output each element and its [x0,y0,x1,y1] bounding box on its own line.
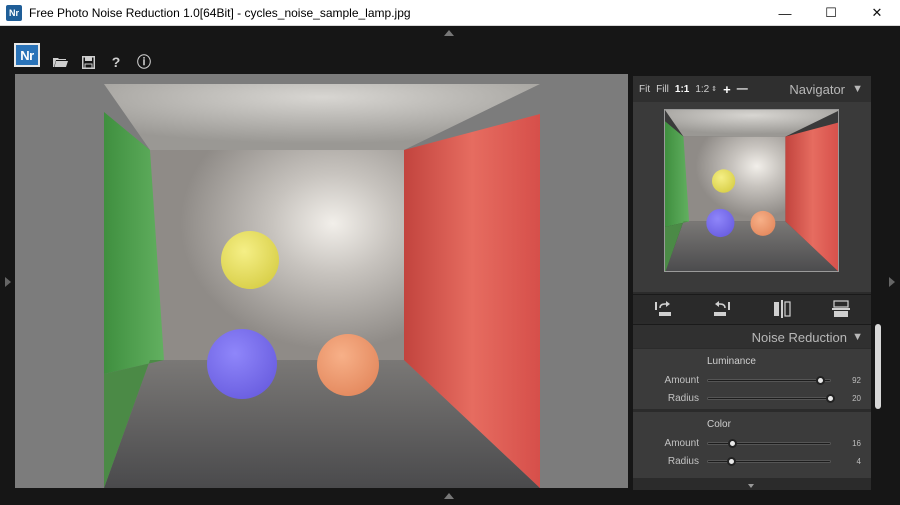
color-amount-label: Amount [664,438,699,449]
navigator-thumbnail[interactable] [664,109,839,272]
photo-preview [104,84,540,488]
rotate-right-icon [714,300,731,316]
cornell-box-image [104,84,540,488]
luminance-title: Luminance [707,356,756,367]
title-bar: Nr Free Photo Noise Reduction 1.0[64Bit]… [0,0,900,26]
app-area: Nr ? ⓘ Fit Fill 1:1 1:2 ⇕ + — Navigator … [0,26,900,505]
navigator-title: Navigator [789,82,845,97]
zoom-in-button[interactable]: + [723,82,731,97]
navigator-collapse-icon[interactable]: ▼ [852,83,863,95]
luminance-amount-label: Amount [664,375,699,386]
rotate-right-button[interactable] [711,299,733,319]
zoom-out-button[interactable]: — [737,83,748,95]
split-horizontal-icon [832,299,851,317]
zoom-ratio-select[interactable]: 1:2 [695,84,709,95]
save-icon [81,55,95,69]
color-radius-handle[interactable] [727,457,737,466]
luminance-radius-handle[interactable] [826,394,835,403]
color-amount-handle[interactable] [728,439,738,448]
info-button[interactable]: ⓘ [136,54,152,70]
luminance-amount-value: 92 [852,376,861,385]
collapse-bottom-arrow-icon[interactable] [444,493,454,499]
window-title: Free Photo Noise Reduction 1.0[64Bit] - … [29,5,411,20]
toolbar: ? ⓘ [52,54,152,70]
zoom-1to1-button[interactable]: 1:1 [675,84,689,95]
thumbnail-image [665,110,838,271]
expand-left-arrow-icon[interactable] [5,277,11,287]
navigator-header: Fit Fill 1:1 1:2 ⇕ + — Navigator ▼ [633,76,871,102]
window-controls: — ☐ ✕ [762,0,900,26]
action-bar [633,294,871,322]
save-button[interactable] [80,54,96,70]
color-radius-label: Radius [667,456,699,467]
app-icon: Nr [6,4,22,21]
panel-scrollbar[interactable] [874,324,882,490]
image-canvas[interactable] [15,74,628,488]
close-button[interactable]: ✕ [854,0,900,26]
luminance-group: Luminance Amount 92 Radius 20 [633,349,871,409]
expand-right-arrow-icon[interactable] [889,277,895,287]
open-button[interactable] [52,54,68,70]
collapse-top-arrow-icon[interactable] [444,30,454,36]
compare-vertical-button[interactable] [771,299,793,319]
zoom-stepper-icon[interactable]: ⇕ [711,85,717,93]
luminance-radius-slider[interactable] [707,394,835,403]
rotate-left-icon [654,300,671,316]
compare-horizontal-button[interactable] [830,299,852,319]
minimize-button[interactable]: — [762,0,808,26]
zoom-fit-button[interactable]: Fit [639,84,650,95]
color-amount-value: 16 [852,439,861,448]
panel-more-arrow-icon[interactable] [748,484,754,488]
luminance-radius-value: 20 [852,394,861,403]
folder-icon [52,58,68,67]
noise-reduction-collapse-icon[interactable]: ▼ [852,331,863,343]
noise-reduction-header: Noise Reduction ▼ [633,324,871,348]
zoom-fill-button[interactable]: Fill [656,84,669,95]
luminance-amount-handle[interactable] [816,376,826,385]
help-button[interactable]: ? [108,54,124,70]
side-panel: Fit Fill 1:1 1:2 ⇕ + — Navigator ▼ Noise… [633,76,871,490]
panel-scrollbar-thumb[interactable] [875,324,881,409]
luminance-radius-label: Radius [667,393,699,404]
split-vertical-icon [773,299,791,318]
color-radius-value: 4 [856,457,861,466]
noise-reduction-title: Noise Reduction [751,330,847,345]
luminance-amount-slider[interactable] [707,376,831,385]
navigator-area [633,102,871,292]
app-logo: Nr [14,43,40,67]
color-title: Color [707,419,731,430]
maximize-button[interactable]: ☐ [808,0,854,26]
rotate-left-button[interactable] [652,299,674,319]
color-amount-slider[interactable] [707,439,831,448]
color-group: Color Amount 16 Radius 4 [633,412,871,478]
color-radius-slider[interactable] [707,457,831,466]
